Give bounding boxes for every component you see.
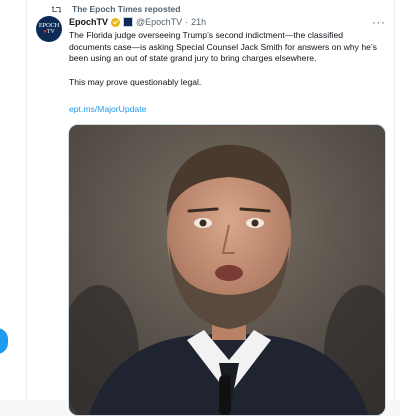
author-handle[interactable]: @EpochTV [136,17,182,27]
left-gutter [0,0,26,400]
compose-button[interactable] [0,328,8,354]
author-name[interactable]: EpochTV [69,17,108,27]
dot-separator: · [185,17,189,27]
tweet-text: The Florida judge overseeing Trump’s sec… [69,30,387,88]
avatar[interactable]: EPOCH ●TV [36,16,62,42]
tweet-media-photo[interactable] [68,124,386,416]
tweet-header: EpochTV @EpochTV · 21h [69,16,206,28]
tweet-link[interactable]: ept.ms/MajorUpdate [69,104,146,114]
repost-context: The Epoch Times reposted [51,3,180,15]
avatar-logo-text: EPOCH [38,22,60,29]
tweet-paragraph: This may prove questionably legal. [69,76,202,87]
gold-verified-badge-icon[interactable] [111,17,121,27]
repost-label[interactable]: The Epoch Times reposted [72,4,180,14]
more-horizontal-icon[interactable]: ··· [372,15,386,29]
timestamp[interactable]: 21h [191,17,206,27]
tweet-paragraph: The Florida judge overseeing Trump’s sec… [69,30,377,63]
organization-affiliate-badge-icon[interactable] [123,17,134,27]
avatar-logo-subtext: ●TV [43,29,55,35]
column-divider-right [394,0,395,400]
repost-icon [51,5,62,14]
